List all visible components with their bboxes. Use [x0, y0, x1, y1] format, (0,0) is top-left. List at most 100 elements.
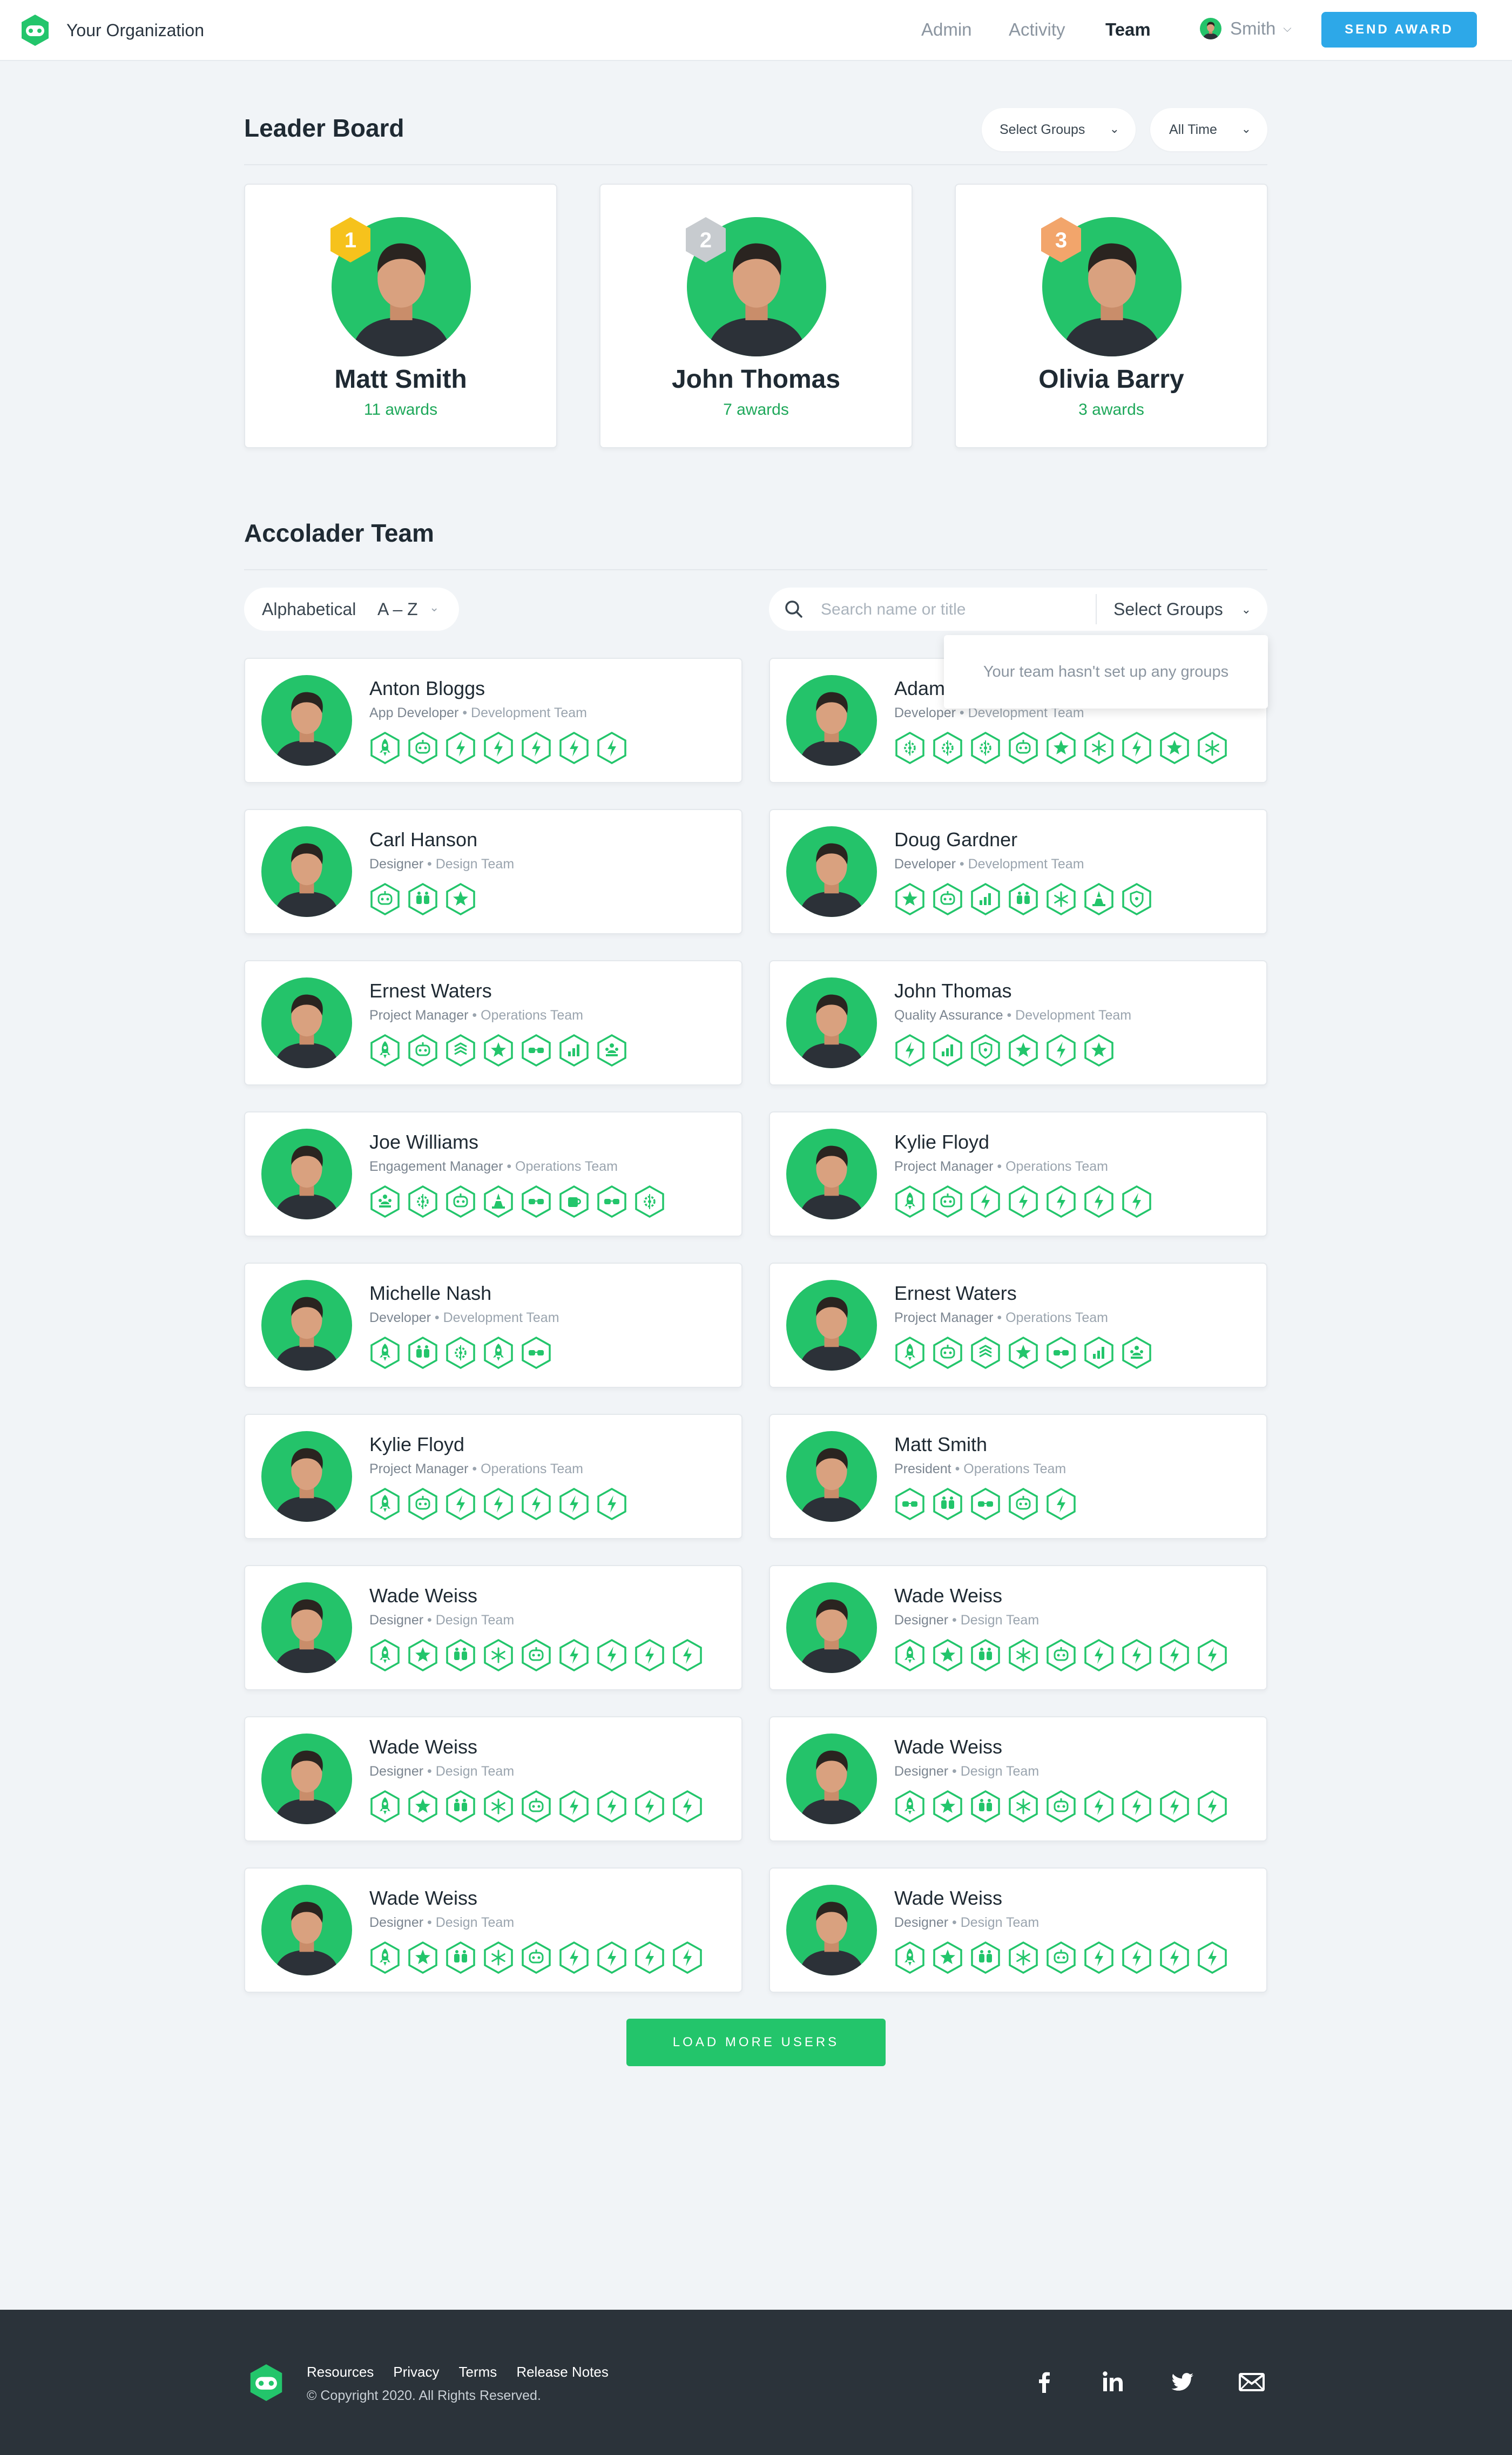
snowflake-award-icon[interactable] — [1045, 882, 1077, 916]
hands-award-icon[interactable] — [407, 1336, 438, 1370]
robot-award-icon[interactable] — [445, 1185, 476, 1218]
hands-award-icon[interactable] — [970, 1941, 1001, 1974]
team-member-card[interactable]: Matt Smith President • Operations Team — [769, 1414, 1267, 1539]
bolt-award-icon[interactable] — [596, 731, 627, 765]
bolt-award-icon[interactable] — [1159, 1941, 1190, 1974]
robot-award-icon[interactable] — [932, 1336, 963, 1370]
bolt-award-icon[interactable] — [596, 1941, 627, 1974]
nav-activity[interactable]: Activity — [1009, 19, 1065, 40]
glasses-award-icon[interactable] — [521, 1185, 552, 1218]
organization-logo-icon[interactable] — [16, 11, 54, 49]
rocket-award-icon[interactable] — [369, 731, 401, 765]
member-name[interactable]: Doug Gardner — [894, 828, 1017, 851]
leaderboard-groups-select[interactable]: Select Groups ⌄ — [982, 108, 1136, 151]
hands-award-icon[interactable] — [445, 1941, 476, 1974]
leader-name[interactable]: Olivia Barry — [956, 365, 1267, 394]
hands-award-icon[interactable] — [970, 1638, 1001, 1672]
robot-award-icon[interactable] — [1045, 1638, 1077, 1672]
star-award-icon[interactable] — [407, 1790, 438, 1823]
footer-logo-icon[interactable] — [244, 2360, 288, 2405]
coffee-award-icon[interactable] — [558, 1185, 590, 1218]
member-name[interactable]: Wade Weiss — [894, 1736, 1002, 1758]
bolt-award-icon[interactable] — [483, 731, 514, 765]
bolt-award-icon[interactable] — [558, 1941, 590, 1974]
gear-award-icon[interactable] — [634, 1185, 665, 1218]
bolt-award-icon[interactable] — [1083, 1790, 1115, 1823]
star-award-icon[interactable] — [407, 1941, 438, 1974]
star-award-icon[interactable] — [1045, 731, 1077, 765]
gear-award-icon[interactable] — [932, 731, 963, 765]
glasses-award-icon[interactable] — [521, 1336, 552, 1370]
bolt-award-icon[interactable] — [894, 1034, 926, 1067]
cone-award-icon[interactable] — [1083, 882, 1115, 916]
footer-link-privacy[interactable]: Privacy — [393, 2364, 439, 2380]
hands-award-icon[interactable] — [1008, 882, 1039, 916]
bolt-award-icon[interactable] — [1121, 1941, 1152, 1974]
rocket-award-icon[interactable] — [483, 1336, 514, 1370]
team-member-card[interactable]: Wade Weiss Designer • Design Team — [244, 1716, 742, 1842]
robot-award-icon[interactable] — [932, 1185, 963, 1218]
snowflake-award-icon[interactable] — [1008, 1638, 1039, 1672]
snowflake-award-icon[interactable] — [1008, 1941, 1039, 1974]
bolt-award-icon[interactable] — [521, 1487, 552, 1521]
hands-award-icon[interactable] — [445, 1638, 476, 1672]
robot-award-icon[interactable] — [521, 1638, 552, 1672]
search-input[interactable]: Search name or title — [821, 601, 966, 619]
nav-team[interactable]: Team — [1105, 19, 1151, 40]
leader-name[interactable]: John Thomas — [600, 365, 912, 394]
gear-award-icon[interactable] — [407, 1185, 438, 1218]
star-award-icon[interactable] — [1008, 1336, 1039, 1370]
hands-award-icon[interactable] — [932, 1487, 963, 1521]
team-member-card[interactable]: Kylie Floyd Project Manager • Operations … — [769, 1111, 1267, 1237]
linkedin-icon[interactable] — [1098, 2367, 1129, 2397]
star-award-icon[interactable] — [932, 1790, 963, 1823]
member-name[interactable]: John Thomas — [894, 980, 1011, 1002]
bolt-award-icon[interactable] — [1159, 1638, 1190, 1672]
glasses-award-icon[interactable] — [894, 1487, 926, 1521]
organization-name[interactable]: Your Organization — [66, 21, 204, 41]
bolt-award-icon[interactable] — [558, 1487, 590, 1521]
chart-award-icon[interactable] — [932, 1034, 963, 1067]
bolt-award-icon[interactable] — [1008, 1185, 1039, 1218]
team-member-card[interactable]: Doug Gardner Developer • Development Team — [769, 809, 1267, 934]
bolt-award-icon[interactable] — [1121, 731, 1152, 765]
robot-award-icon[interactable] — [1045, 1790, 1077, 1823]
member-name[interactable]: Kylie Floyd — [894, 1131, 989, 1154]
cone-award-icon[interactable] — [483, 1185, 514, 1218]
bolt-award-icon[interactable] — [596, 1638, 627, 1672]
member-name[interactable]: Matt Smith — [894, 1433, 987, 1456]
robot-award-icon[interactable] — [521, 1790, 552, 1823]
mail-icon[interactable] — [1237, 2367, 1267, 2397]
people-award-icon[interactable] — [1121, 1336, 1152, 1370]
shield-award-icon[interactable] — [1121, 882, 1152, 916]
twitter-icon[interactable] — [1167, 2367, 1198, 2397]
team-member-card[interactable]: Wade Weiss Designer • Design Team — [769, 1867, 1267, 1993]
star-award-icon[interactable] — [1083, 1034, 1115, 1067]
member-name[interactable]: Carl Hanson — [369, 828, 477, 851]
bolt-award-icon[interactable] — [558, 1638, 590, 1672]
robot-award-icon[interactable] — [407, 731, 438, 765]
robot-award-icon[interactable] — [1008, 731, 1039, 765]
bolt-award-icon[interactable] — [634, 1790, 665, 1823]
bolt-award-icon[interactable] — [558, 731, 590, 765]
shield-award-icon[interactable] — [970, 1034, 1001, 1067]
chart-award-icon[interactable] — [1083, 1336, 1115, 1370]
bolt-award-icon[interactable] — [1159, 1790, 1190, 1823]
chart-award-icon[interactable] — [970, 882, 1001, 916]
hands-award-icon[interactable] — [970, 1790, 1001, 1823]
gear-award-icon[interactable] — [894, 731, 926, 765]
nav-admin[interactable]: Admin — [921, 19, 972, 40]
leader-card[interactable]: 1 Matt Smith 11 awards — [244, 184, 557, 448]
team-member-card[interactable]: Wade Weiss Designer • Design Team — [244, 1565, 742, 1690]
leader-card[interactable]: 3 Olivia Barry 3 awards — [955, 184, 1268, 448]
robot-award-icon[interactable] — [521, 1941, 552, 1974]
member-name[interactable]: Wade Weiss — [369, 1736, 477, 1758]
team-member-card[interactable]: Ernest Waters Project Manager • Operation… — [769, 1263, 1267, 1388]
load-more-users-button[interactable]: LOAD MORE USERS — [626, 2019, 886, 2066]
robot-award-icon[interactable] — [1045, 1941, 1077, 1974]
bolt-award-icon[interactable] — [445, 731, 476, 765]
snowflake-award-icon[interactable] — [1083, 731, 1115, 765]
leaderboard-time-select[interactable]: All Time ⌄ — [1150, 108, 1267, 151]
robot-award-icon[interactable] — [369, 882, 401, 916]
member-name[interactable]: Adam — [894, 677, 945, 700]
